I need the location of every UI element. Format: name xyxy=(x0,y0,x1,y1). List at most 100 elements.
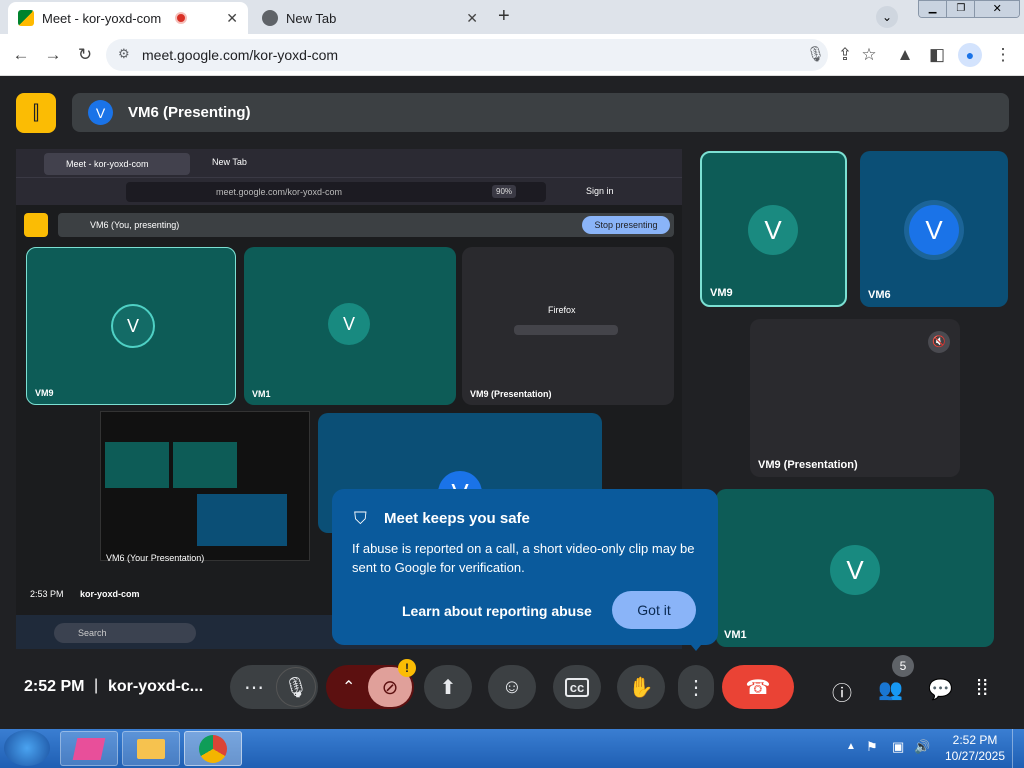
tab-search-chevron-icon[interactable]: ⌄ xyxy=(876,6,898,28)
tab-label: Meet - kor-yoxd-com xyxy=(42,10,162,26)
inner-search-box xyxy=(514,325,618,335)
start-button-icon[interactable] xyxy=(4,730,50,766)
side-panel-icon[interactable]: ◧ xyxy=(924,42,950,68)
microphone-toggle-icon[interactable]: 🎙 xyxy=(276,667,316,707)
more-options-button[interactable]: ⋮ xyxy=(678,665,714,709)
inner-stop-presenting: Stop presenting xyxy=(582,216,670,234)
meeting-info-icon[interactable]: ⓘ xyxy=(832,677,852,706)
url-text: meet.google.com/kor-yoxd-com xyxy=(142,47,339,63)
close-tab-icon[interactable]: ✕ xyxy=(466,10,478,27)
browser-tab-strip: Meet - kor-yoxd-com ✕ New Tab ✕ + ⌄ ▁ ❐ … xyxy=(0,0,1024,34)
inner-tile-vm9: V VM9 xyxy=(26,247,236,405)
chrome-menu-icon[interactable]: ⋮ xyxy=(990,42,1016,68)
tab-meet[interactable]: Meet - kor-yoxd-com ✕ xyxy=(8,2,248,34)
tile-vm1[interactable]: V VM1 xyxy=(716,489,994,647)
leave-call-button[interactable]: ☎ xyxy=(722,665,794,709)
tile-vm9-presentation[interactable]: 🔇 VM9 (Presentation) xyxy=(750,319,960,477)
inner-search-bar: Search xyxy=(54,623,196,643)
action-center-flag-icon[interactable]: ⚑ xyxy=(866,739,878,755)
tile-label: VM9 (Presentation) xyxy=(758,459,858,471)
presenter-avatar: V xyxy=(88,100,113,125)
inner-tab-new: New Tab xyxy=(212,157,247,167)
camera-group[interactable]: ⌃ ⊘ ! xyxy=(326,659,416,709)
hang-up-icon: ☎ xyxy=(745,676,771,699)
address-bar[interactable]: ⚙ meet.google.com/kor-yoxd-com 🎙 xyxy=(106,39,828,71)
tile-vm6[interactable]: V VM6 xyxy=(860,151,1008,307)
tile-avatar: V xyxy=(909,205,959,255)
taskbar-time[interactable]: 2:52 PM xyxy=(950,733,1000,747)
people-icon[interactable]: 👥 xyxy=(878,677,903,702)
captions-button[interactable]: cc xyxy=(553,665,601,709)
bookmark-star-icon[interactable]: ☆ xyxy=(856,42,882,68)
inner-tile-label: VM9 (Presentation) xyxy=(470,389,552,399)
more-audio-options-icon[interactable]: ⋯ xyxy=(244,675,264,700)
reload-icon[interactable]: ↻ xyxy=(72,42,98,68)
hand-icon: ✋ xyxy=(628,676,654,699)
microphone-icon[interactable]: 🎙 xyxy=(806,45,825,63)
tile-vm9[interactable]: V VM9 xyxy=(700,151,847,307)
inner-address-bar: meet.google.com/kor-yoxd-com 90% xyxy=(126,182,546,202)
present-screen-button[interactable]: ⬆ xyxy=(424,665,472,709)
warning-badge-icon: ! xyxy=(398,659,416,677)
minimize-icon[interactable]: ▁ xyxy=(919,1,947,17)
show-desktop-button[interactable] xyxy=(1012,729,1024,768)
volume-icon[interactable]: 🔊 xyxy=(914,739,930,755)
learn-more-link[interactable]: Learn about reporting abuse xyxy=(402,603,592,619)
inner-sign-in: Sign in xyxy=(586,186,614,196)
close-window-icon[interactable]: ✕ xyxy=(974,1,1019,17)
site-info-icon[interactable]: ⚙ xyxy=(118,46,130,62)
inner-tile-vm1: V VM1 xyxy=(244,247,456,405)
profile-avatar-icon[interactable]: ● xyxy=(958,43,982,67)
inner-your-presentation: VM6 (Your Presentation) xyxy=(106,553,205,563)
windows-taskbar: ▲ ⚑ ▣ 🔊 2:52 PM 10/27/2025 xyxy=(0,729,1024,768)
nested-tile xyxy=(173,442,237,488)
present-screen-icon: ⬆ xyxy=(439,676,457,699)
inner-meeting-code: kor-yoxd-com xyxy=(80,589,140,599)
taskbar-chrome[interactable] xyxy=(184,731,242,766)
inner-tab-strip: Meet - kor-yoxd-com New Tab xyxy=(16,149,682,177)
tile-avatar: V xyxy=(748,205,798,255)
inner-tile-label: VM9 xyxy=(35,388,54,398)
extensions-icon[interactable]: ▲ xyxy=(892,42,918,68)
muted-speaker-icon: 🔇 xyxy=(928,331,950,353)
shield-icon: ⛉ xyxy=(354,509,367,528)
reactions-button[interactable]: ☺ xyxy=(488,665,536,709)
bottom-separator: | xyxy=(94,677,99,694)
folder-icon xyxy=(137,739,165,759)
share-icon[interactable]: ⇪ xyxy=(832,42,858,68)
inner-nested-screen xyxy=(100,411,310,561)
network-icon[interactable]: ▣ xyxy=(892,739,904,755)
audio-options-group[interactable]: ⋯ 🎙 xyxy=(230,665,318,709)
captions-icon: cc xyxy=(564,677,590,697)
show-hidden-icons-icon[interactable]: ▲ xyxy=(846,741,856,752)
nested-tile xyxy=(197,494,287,546)
popup-title: Meet keeps you safe xyxy=(384,510,530,527)
activities-grid-icon[interactable]: ⁞⁞ xyxy=(976,675,988,701)
popup-pointer xyxy=(686,639,706,651)
inner-tile-vm9-presentation: Firefox VM9 (Presentation) xyxy=(462,247,674,405)
forward-arrow-icon[interactable]: → xyxy=(40,42,66,68)
raise-hand-button[interactable]: ✋ xyxy=(617,665,665,709)
taskbar-explorer[interactable] xyxy=(122,731,180,766)
back-arrow-icon[interactable]: ← xyxy=(8,42,34,68)
inner-time: 2:53 PM xyxy=(30,589,64,599)
inner-toolbar: meet.google.com/kor-yoxd-com 90% Sign in xyxy=(16,177,682,205)
chat-icon[interactable]: 💬 xyxy=(928,677,953,702)
nested-tile xyxy=(105,442,169,488)
app-icon xyxy=(72,738,106,760)
tab-new-tab[interactable]: New Tab ✕ xyxy=(252,2,488,34)
inner-tab-meet: Meet - kor-yoxd-com xyxy=(44,153,190,175)
got-it-button[interactable]: Got it xyxy=(612,591,696,629)
presenting-title: VM6 (Presenting) xyxy=(128,104,251,121)
inner-presenting-bar: VM6 (You, presenting) Stop presenting xyxy=(58,213,674,237)
chevron-up-icon[interactable]: ⌃ xyxy=(342,677,355,697)
taskbar-date[interactable]: 10/27/2025 xyxy=(942,749,1008,763)
new-tab-button[interactable]: + xyxy=(498,5,510,28)
close-tab-icon[interactable]: ✕ xyxy=(226,10,238,27)
inner-avatar: V xyxy=(328,303,370,345)
tile-label: VM9 xyxy=(710,287,733,299)
taskbar-app-pink[interactable] xyxy=(60,731,118,766)
meet-home-icon[interactable]: ⫿ xyxy=(16,93,56,133)
popup-body: If abuse is reported on a call, a short … xyxy=(352,541,695,575)
maximize-icon[interactable]: ❐ xyxy=(946,1,975,17)
